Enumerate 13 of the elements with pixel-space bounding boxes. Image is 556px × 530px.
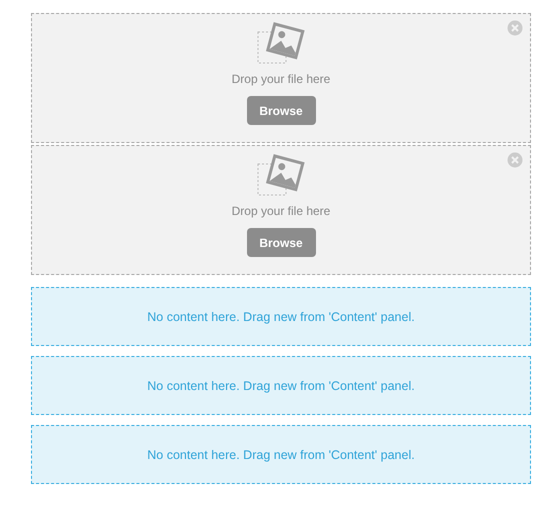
placeholder-message: No content here. Drag new from 'Content' panel. [147,378,415,392]
browse-button[interactable]: Browse [246,228,316,257]
close-icon[interactable] [507,152,523,168]
browse-button[interactable]: Browse [246,96,316,125]
upload-drop-zone[interactable]: Drop your file here Browse [31,145,531,275]
placeholder-message: No content here. Drag new from 'Content' panel. [147,310,415,324]
drop-hint: Drop your file here [232,204,330,218]
drop-hint: Drop your file here [232,72,330,86]
close-icon[interactable] [507,20,523,36]
upload-drop-zone[interactable]: Drop your file here Browse [31,13,531,143]
placeholder-message: No content here. Drag new from 'Content' panel. [147,448,415,462]
image-icon [256,154,306,198]
image-icon [256,22,306,66]
